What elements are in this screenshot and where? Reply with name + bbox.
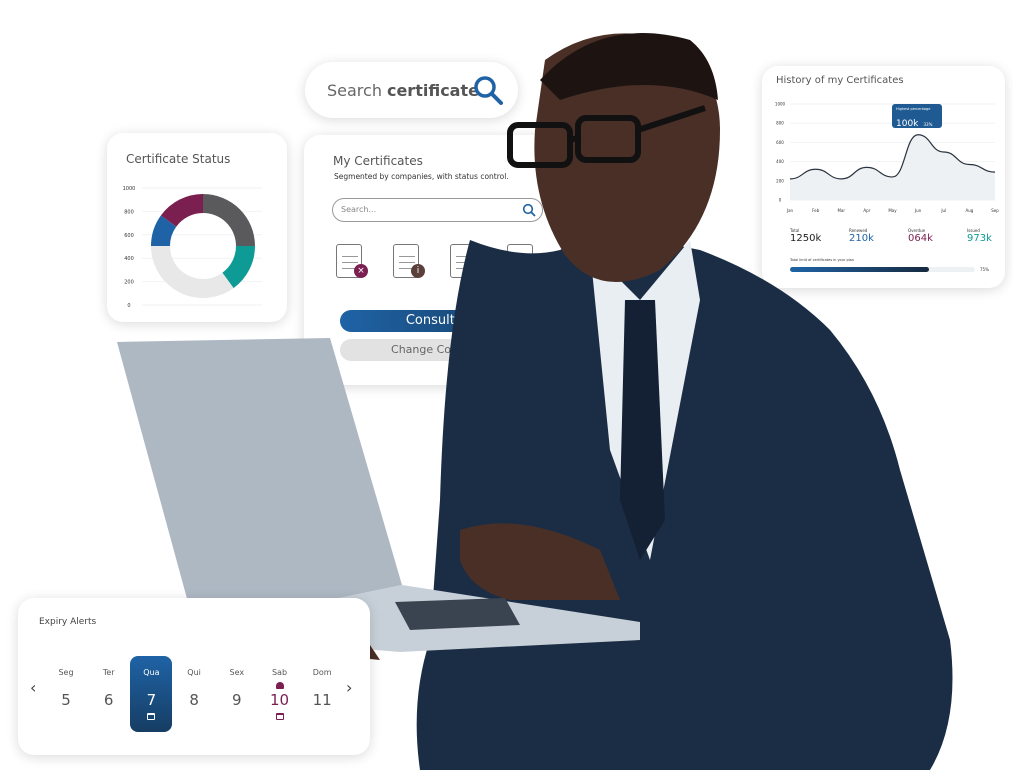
previous-week-button[interactable]: ‹ [30, 678, 36, 697]
day-seg[interactable]: Seg 5 [45, 656, 87, 732]
card-title: Expiry Alerts [39, 617, 97, 627]
day-qui[interactable]: Qui 8 [173, 656, 215, 732]
day-dom[interactable]: Dom 11 [301, 656, 343, 732]
day-sab[interactable]: Sab 10 [259, 656, 301, 732]
day-sex[interactable]: Sex 9 [216, 656, 258, 732]
day-ter[interactable]: Ter 6 [88, 656, 130, 732]
next-week-button[interactable]: › [346, 678, 352, 697]
day-qua[interactable]: Qua 7 [130, 656, 173, 732]
calendar-icon [147, 713, 156, 720]
calendar-icon [275, 713, 284, 720]
bell-icon [275, 682, 284, 689]
expiry-alerts-card: Expiry Alerts ‹ › Seg 5 Ter 6 Qua 7 Qui … [18, 598, 370, 755]
